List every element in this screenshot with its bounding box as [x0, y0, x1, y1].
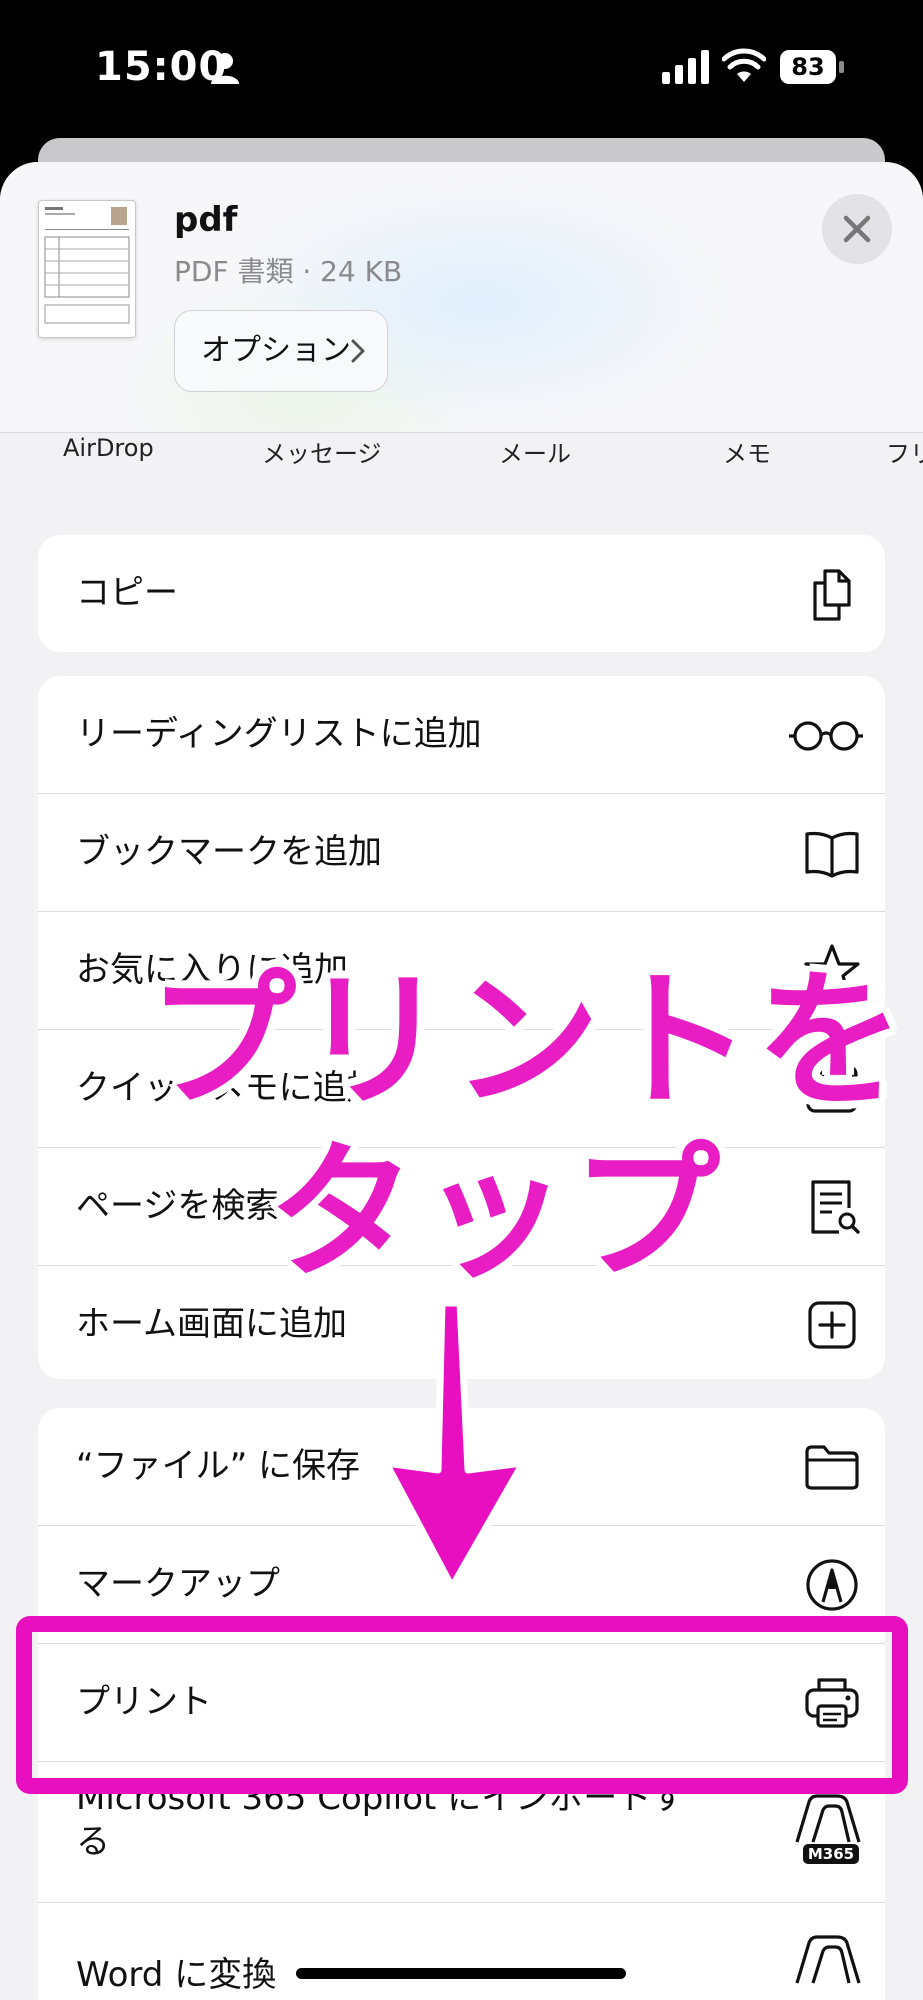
- annotation-arrow-icon: [382, 1299, 527, 1591]
- close-icon: [843, 215, 871, 243]
- print-highlight-box: [16, 1616, 908, 1794]
- actions-group-copy: コピー: [38, 535, 885, 652]
- action-label: リーディングリストに追加: [76, 714, 482, 754]
- app-messages[interactable]: メッセージ: [262, 434, 382, 469]
- document-title: pdf: [174, 200, 238, 240]
- document-meta: PDF 書類 · 24 KB: [174, 255, 403, 288]
- app-notes[interactable]: メモ: [723, 434, 771, 469]
- options-label: オプション: [201, 333, 351, 368]
- markup-icon: [806, 1559, 858, 1611]
- action-convert-to-word[interactable]: Word に変換: [38, 1903, 885, 2000]
- action-label: ページを検索: [76, 1186, 280, 1226]
- annotation-line-2: タップ: [268, 1127, 724, 1299]
- find-in-page-icon: [811, 1180, 860, 1234]
- home-indicator[interactable]: [296, 1968, 626, 1979]
- app-mail[interactable]: メール: [499, 434, 571, 469]
- action-label: “ファイル” に保存: [76, 1446, 361, 1486]
- m365-icon: [795, 1935, 861, 1984]
- options-button[interactable]: オプション: [174, 310, 388, 392]
- app-row: AirDrop メッセージ メール メモ フリ: [0, 434, 923, 474]
- wifi-icon: [722, 48, 766, 82]
- close-button[interactable]: [822, 194, 892, 264]
- app-airdrop[interactable]: AirDrop: [63, 434, 154, 462]
- status-bar: 15:00 83: [0, 0, 923, 140]
- battery-level: 83: [791, 53, 825, 81]
- action-label: ブックマークを追加: [76, 832, 382, 872]
- action-label: Word に変換: [76, 1955, 277, 1995]
- document-thumbnail: [38, 200, 136, 338]
- battery-icon: 83: [780, 50, 846, 84]
- m365-icon: M365: [795, 1794, 861, 1864]
- app-freeform[interactable]: フリ: [886, 434, 923, 469]
- person-icon: [211, 53, 239, 84]
- add-square-icon: [808, 1301, 856, 1349]
- cellular-signal-icon: [662, 50, 709, 84]
- action-copy[interactable]: コピー: [38, 535, 885, 652]
- action-label: コピー: [76, 573, 178, 613]
- svg-text:M365: M365: [808, 1845, 854, 1863]
- chevron-right-icon: [351, 339, 365, 363]
- folder-icon: [805, 1445, 859, 1490]
- action-add-bookmark[interactable]: ブックマークを追加: [38, 794, 885, 911]
- action-reading-list[interactable]: リーディングリストに追加: [38, 676, 885, 793]
- copy-icon: [813, 569, 851, 621]
- share-sheet-header: pdf PDF 書類 · 24 KB オプション: [0, 162, 923, 433]
- glasses-icon: [789, 721, 863, 751]
- book-icon: [805, 831, 859, 878]
- status-time: 15:00: [95, 44, 228, 90]
